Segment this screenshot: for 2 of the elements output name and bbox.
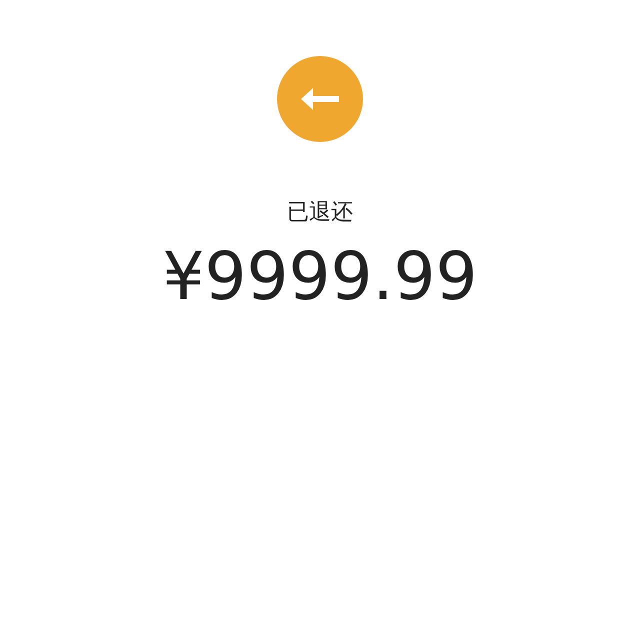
amount-text: ¥9999.99 bbox=[162, 244, 478, 310]
status-label: 已退还 bbox=[287, 202, 353, 224]
